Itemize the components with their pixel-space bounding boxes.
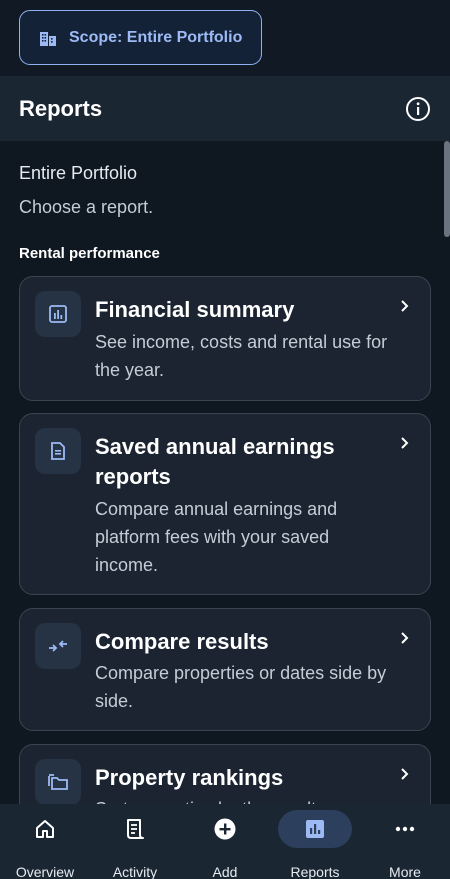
page-title: Reports xyxy=(19,95,103,121)
nav-item-reports[interactable]: Reports xyxy=(270,804,360,879)
nav-item-activity[interactable]: Activity xyxy=(90,804,180,879)
card-icon-container xyxy=(35,291,81,337)
nav-label: Activity xyxy=(112,864,158,879)
nav-pill xyxy=(368,810,442,848)
card-title: Financial summary xyxy=(95,297,295,322)
receipt-icon xyxy=(127,819,144,839)
chevron-right-icon xyxy=(401,437,409,449)
building-icon xyxy=(40,31,56,46)
nav-item-overview[interactable]: Overview xyxy=(0,804,90,879)
nav-pill xyxy=(98,810,172,848)
card-icon-container xyxy=(35,428,81,474)
home-icon xyxy=(36,820,54,838)
card-description: Compare properties or dates side by side… xyxy=(95,663,387,711)
card-description: Compare annual earnings and platform fee… xyxy=(95,499,338,575)
portfolio-hint: Choose a report. xyxy=(19,197,154,217)
report-card-compare-results[interactable]: Compare results Compare properties or da… xyxy=(19,608,431,731)
reports-content[interactable]: Entire Portfolio Choose a report. Rental… xyxy=(0,141,450,804)
card-description: Sort properties by the results... xyxy=(95,795,395,804)
nav-label: Reports xyxy=(290,864,340,879)
nav-item-more[interactable]: More xyxy=(360,804,450,879)
portfolio-name: Entire Portfolio xyxy=(19,163,138,183)
scrollbar-thumb[interactable] xyxy=(444,141,450,237)
bottom-navigation: Overview Activity Add Reports More xyxy=(0,804,450,879)
bar-chart-icon xyxy=(49,305,67,323)
add-circle-icon xyxy=(214,818,236,840)
report-card-property-rankings[interactable]: Property rankings Sort properties by the… xyxy=(19,744,431,804)
more-horizontal-icon xyxy=(395,826,415,832)
scope-bar: Scope: Entire Portfolio xyxy=(0,0,450,76)
nav-label: Add xyxy=(212,864,238,879)
nav-label: More xyxy=(389,864,421,879)
nav-pill xyxy=(8,810,82,848)
nav-item-add[interactable]: Add xyxy=(180,804,270,879)
card-title: Compare results xyxy=(95,629,269,654)
chevron-right-icon xyxy=(401,632,409,644)
document-icon xyxy=(51,442,65,460)
card-icon-container xyxy=(35,759,81,804)
report-card-financial-summary[interactable]: Financial summary See income, costs and … xyxy=(19,276,431,401)
scope-button[interactable]: Scope: Entire Portfolio xyxy=(19,10,262,65)
report-card-saved-annual-earnings[interactable]: Saved annual earnings reports Compare an… xyxy=(19,413,431,595)
section-label: Rental performance xyxy=(19,245,160,262)
compare-arrows-icon xyxy=(49,640,67,652)
nav-pill xyxy=(188,810,262,848)
card-title: Property rankings xyxy=(95,765,284,790)
info-icon[interactable] xyxy=(405,96,431,122)
folders-icon xyxy=(48,774,68,790)
card-description: See income, costs and rental use for the… xyxy=(95,332,388,380)
card-icon-container xyxy=(35,623,81,669)
nav-label: Overview xyxy=(15,864,75,879)
scope-label: Scope: Entire Portfolio xyxy=(69,28,243,46)
card-title: Saved annual earnings reports xyxy=(95,434,335,489)
app-header: Reports xyxy=(0,76,450,141)
chevron-right-icon xyxy=(401,300,409,312)
bar-chart-icon xyxy=(306,820,324,838)
nav-pill-active xyxy=(278,810,352,848)
chevron-right-icon xyxy=(401,768,409,780)
